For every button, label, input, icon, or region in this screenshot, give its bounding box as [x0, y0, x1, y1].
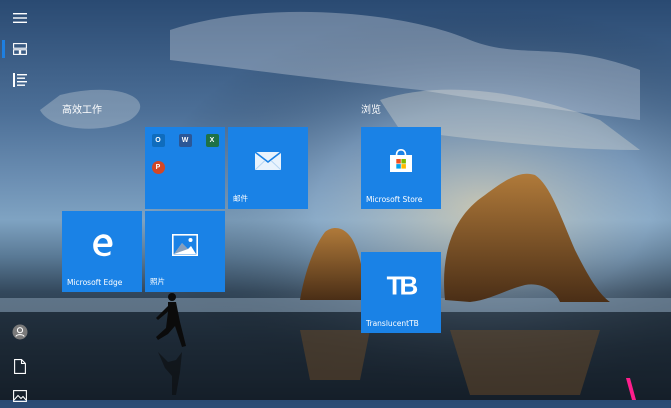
translucenttb-tile[interactable]: TB TranslucentTB — [361, 252, 441, 333]
powerpoint-icon: P — [151, 160, 165, 174]
hamburger-icon — [13, 13, 27, 23]
powerpoint-tile[interactable]: P — [145, 154, 171, 180]
group-title-productivity[interactable]: 高效工作 — [62, 101, 102, 116]
microsoft-edge-tile[interactable]: Microsoft Edge — [62, 211, 142, 292]
excel-tile[interactable]: X — [199, 127, 225, 153]
edge-icon — [93, 234, 113, 257]
outlook-icon: O — [151, 133, 165, 147]
desktop-wallpaper — [0, 0, 671, 400]
menu-button[interactable] — [8, 6, 32, 30]
user-icon — [12, 324, 28, 340]
microsoft-store-tile[interactable]: Microsoft Store — [361, 127, 441, 209]
photos-tile-label: 照片 — [150, 277, 165, 286]
word-tile[interactable]: W — [172, 127, 198, 153]
translucenttb-tile-label: TranslucentTB — [366, 319, 419, 328]
translucenttb-icon: TB — [386, 270, 419, 301]
mail-tile-label: 邮件 — [233, 194, 248, 203]
tiles-icon — [13, 43, 27, 55]
photos-tile[interactable]: 照片 — [145, 211, 225, 292]
start-menu-rail — [0, 0, 40, 402]
picture-icon — [13, 390, 27, 402]
user-button[interactable] — [8, 320, 32, 344]
group-title-browse[interactable]: 浏览 — [361, 101, 381, 116]
document-icon — [14, 358, 26, 374]
pinned-tiles-button[interactable] — [8, 37, 32, 61]
store-icon — [390, 149, 412, 173]
store-tile-label: Microsoft Store — [366, 195, 423, 204]
list-icon — [13, 73, 27, 87]
mail-tile[interactable]: 邮件 — [228, 127, 308, 209]
excel-icon: X — [205, 133, 219, 147]
mail-icon — [255, 152, 281, 171]
selected-indicator — [2, 40, 5, 58]
photos-icon — [172, 234, 198, 257]
word-icon: W — [178, 133, 192, 147]
all-apps-button[interactable] — [8, 68, 32, 92]
pictures-button[interactable] — [8, 384, 32, 408]
documents-button[interactable] — [8, 354, 32, 378]
outlook-tile[interactable]: O — [145, 127, 171, 153]
edge-tile-label: Microsoft Edge — [67, 278, 123, 287]
